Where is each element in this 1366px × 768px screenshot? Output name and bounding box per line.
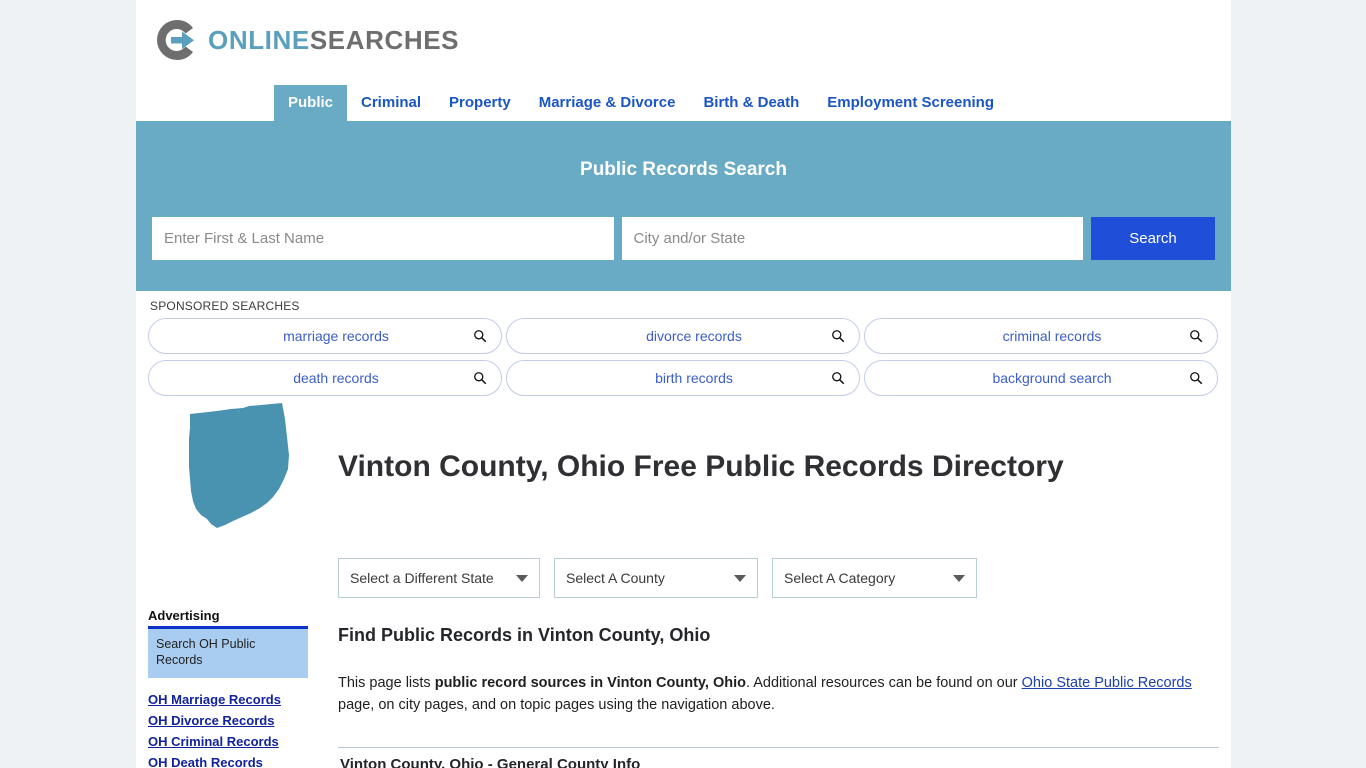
sponsored-pill-label: divorce records (646, 328, 742, 344)
site-logo[interactable]: ONLINESEARCHES (154, 16, 459, 64)
tab-marriage-divorce[interactable]: Marriage & Divorce (525, 85, 690, 121)
para-lead: This page lists (338, 675, 435, 691)
logo-text: ONLINESEARCHES (208, 27, 459, 53)
sidebar-link-oh-divorce-records[interactable]: OH Divorce Records (148, 713, 308, 728)
advertising-sidebar: Advertising Search OH Public Records OH … (148, 608, 308, 768)
sponsored-pill-background-search[interactable]: background search (864, 360, 1218, 396)
sponsored-pill-marriage-records[interactable]: marriage records (148, 318, 502, 354)
sidebar-links: OH Marriage Records OH Divorce Records O… (148, 692, 308, 768)
tab-birth-death[interactable]: Birth & Death (689, 85, 813, 121)
page-title: Vinton County, Ohio Free Public Records … (338, 450, 1064, 484)
chevron-down-icon (516, 574, 528, 582)
sponsored-pill-criminal-records[interactable]: criminal records (864, 318, 1218, 354)
county-select-label: Select A County (566, 570, 665, 586)
state-select[interactable]: Select a Different State (338, 558, 540, 598)
sidebar-link-oh-criminal-records[interactable]: OH Criminal Records (148, 734, 308, 749)
county-select[interactable]: Select A County (554, 558, 758, 598)
sponsored-pill-label: death records (293, 370, 379, 386)
filter-selects: Select a Different State Select A County… (338, 558, 977, 598)
sponsored-pill-death-records[interactable]: death records (148, 360, 502, 396)
section-divider (338, 747, 1219, 748)
sponsored-pill-label: background search (992, 370, 1112, 386)
chevron-down-icon (953, 574, 965, 582)
search-icon (832, 330, 845, 343)
sponsored-pill-label: criminal records (1002, 328, 1102, 344)
state-select-label: Select a Different State (350, 570, 494, 586)
sidebar-link-oh-death-records[interactable]: OH Death Records (148, 755, 308, 768)
sponsored-pill-divorce-records[interactable]: divorce records (506, 318, 860, 354)
search-button[interactable]: Search (1091, 217, 1215, 260)
tab-public[interactable]: Public (274, 85, 348, 121)
general-county-info-heading: Vinton County, Ohio - General County Inf… (340, 756, 641, 768)
logo-text-searches: SEARCHES (309, 25, 460, 55)
circle-arrow-icon (157, 20, 194, 60)
search-icon (474, 330, 487, 343)
search-location-input[interactable] (621, 217, 1083, 260)
hero-title: Public Records Search (580, 159, 787, 180)
sponsored-pill-birth-records[interactable]: birth records (506, 360, 860, 396)
para-tail: page, on city pages, and on topic pages … (338, 697, 775, 714)
main-content: Find Public Records in Vinton County, Oh… (338, 625, 1219, 717)
sponsored-searches-label: SPONSORED SEARCHES (150, 299, 300, 313)
tab-property[interactable]: Property (435, 85, 525, 121)
sidebar-link-oh-marriage-records[interactable]: OH Marriage Records (148, 692, 308, 707)
tab-employment-screening[interactable]: Employment Screening (813, 85, 1008, 121)
ad-search-oh-public-records[interactable]: Search OH Public Records (148, 626, 308, 678)
search-icon (1190, 372, 1203, 385)
sponsored-pill-label: marriage records (283, 328, 389, 344)
search-icon (832, 372, 845, 385)
public-records-search-hero: Public Records Search Search (136, 125, 1231, 291)
sponsored-searches-list: marriage records divorce records crimina… (148, 318, 1219, 402)
chevron-down-icon (734, 574, 746, 582)
category-select[interactable]: Select A Category (772, 558, 977, 598)
page-container: ONLINESEARCHES Public Criminal Property … (136, 0, 1231, 768)
ohio-state-map-icon (189, 403, 289, 528)
intro-paragraph: This page lists public record sources in… (338, 672, 1219, 717)
search-name-input[interactable] (152, 217, 614, 260)
advertising-heading: Advertising (148, 608, 220, 623)
para-bold: public record sources in Vinton County, … (434, 675, 746, 691)
search-icon (1190, 330, 1203, 343)
ohio-state-public-records-link[interactable]: Ohio State Public Records (1022, 675, 1192, 691)
tab-criminal[interactable]: Criminal (347, 85, 435, 121)
search-form: Search (152, 217, 1215, 260)
category-select-label: Select A Category (784, 570, 896, 586)
search-icon (474, 372, 487, 385)
sponsored-pill-label: birth records (655, 370, 733, 386)
main-navigation: Public Criminal Property Marriage & Divo… (136, 85, 1231, 125)
logo-text-online: ONLINE (208, 25, 310, 55)
section-title: Find Public Records in Vinton County, Oh… (338, 625, 711, 645)
para-mid: . Additional resources can be found on o… (745, 675, 1022, 691)
